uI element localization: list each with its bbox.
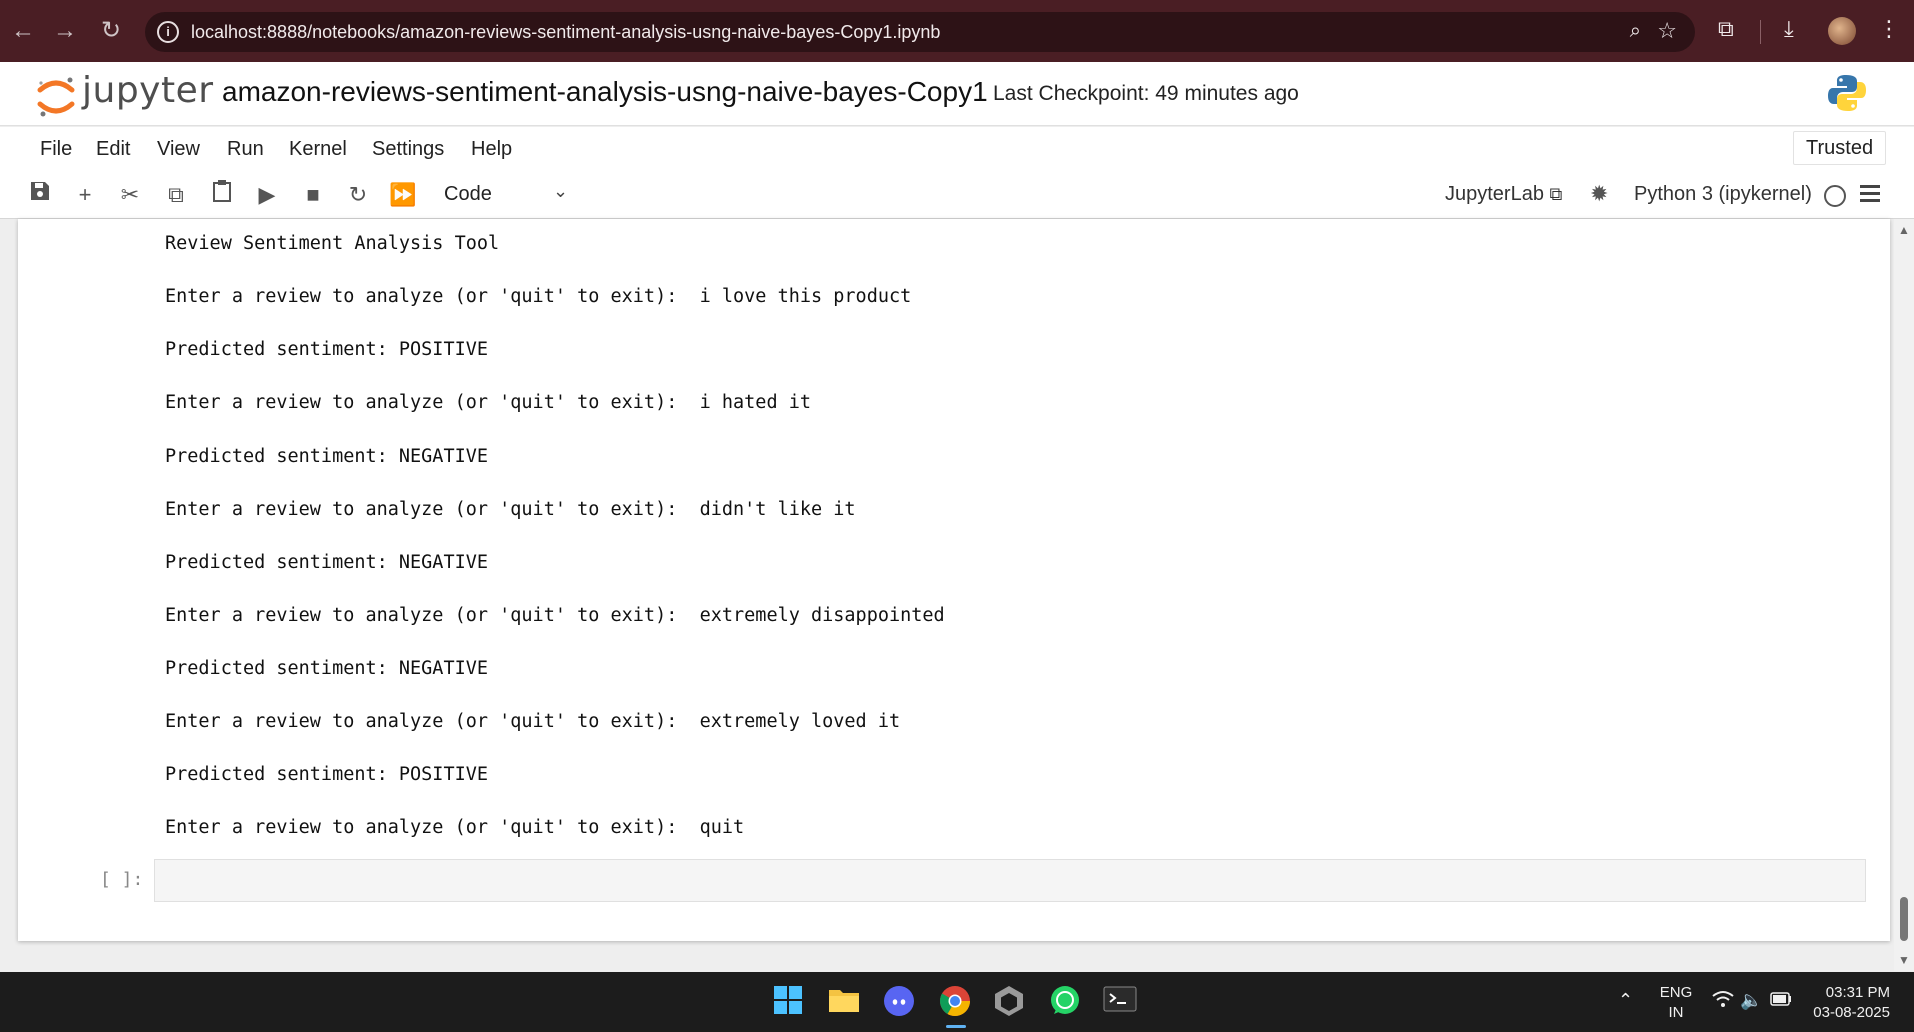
paste-icon[interactable] (206, 179, 238, 211)
run-all-icon[interactable]: ⏩ (387, 179, 419, 211)
hamburger-menu-icon[interactable] (1860, 185, 1880, 203)
browser-toolbar: ← → ↻ i localhost:8888/notebooks/amazon-… (0, 0, 1914, 62)
save-icon[interactable] (24, 179, 56, 211)
toolbar-divider (1760, 20, 1761, 44)
external-link-icon: ⧉ (1549, 184, 1563, 204)
kernel-name[interactable]: Python 3 (ipykernel) (1634, 183, 1812, 206)
jupyter-header: jupyter amazon-reviews-sentiment-analysi… (0, 62, 1914, 126)
restart-kernel-icon[interactable]: ↻ (342, 179, 374, 211)
menu-kernel[interactable]: Kernel (289, 138, 347, 161)
volume-icon[interactable]: 🔈 (1740, 990, 1762, 1011)
extensions-icon[interactable]: ⧉ (1718, 16, 1734, 42)
jupyter-logo-icon[interactable] (36, 74, 76, 118)
output-line: Enter a review to analyze (or 'quit' to … (165, 605, 945, 626)
vertical-scrollbar[interactable]: ▲ ▼ (1894, 219, 1914, 971)
chevron-up-icon[interactable]: ⌃ (1618, 990, 1633, 1011)
more-menu-icon[interactable]: ⋮ (1878, 16, 1900, 42)
scroll-down-arrow-icon[interactable]: ▼ (1898, 953, 1910, 967)
cell-type-select[interactable]: Code (444, 183, 492, 206)
wifi-icon[interactable] (1712, 990, 1734, 1013)
menu-bar: File Edit View Run Kernel Settings Help … (0, 127, 1914, 171)
zoom-icon[interactable]: ⌕ (1630, 20, 1641, 43)
scroll-up-arrow-icon[interactable]: ▲ (1898, 223, 1910, 237)
output-line: Enter a review to analyze (or 'quit' to … (165, 817, 745, 838)
battery-icon[interactable] (1770, 990, 1792, 1011)
scroll-thumb[interactable] (1900, 897, 1908, 941)
download-icon[interactable]: ⤓ (1784, 16, 1794, 42)
copy-icon[interactable]: ⧉ (160, 179, 192, 211)
run-cell-icon[interactable]: ▶ (251, 179, 283, 211)
clock-time[interactable]: 03:31 PM (1806, 984, 1890, 1001)
windows-taskbar: ⌃ ENG IN 🔈 03:31 PM 03-08-2025 (0, 972, 1914, 1032)
output-line: Enter a review to analyze (or 'quit' to … (165, 499, 856, 520)
output-line: Enter a review to analyze (or 'quit' to … (165, 711, 901, 732)
cut-icon[interactable]: ✂ (114, 179, 146, 211)
url-text[interactable]: localhost:8888/notebooks/amazon-reviews-… (191, 22, 940, 43)
output-line: Predicted sentiment: NEGATIVE (165, 552, 489, 573)
kernel-status-circle-icon (1824, 185, 1846, 207)
output-line: Enter a review to analyze (or 'quit' to … (165, 286, 912, 307)
menu-view[interactable]: View (157, 138, 200, 161)
output-line: Predicted sentiment: POSITIVE (165, 764, 489, 785)
output-line: Predicted sentiment: NEGATIVE (165, 658, 489, 679)
whatsapp-icon[interactable] (1048, 984, 1084, 1020)
language-indicator-bottom[interactable]: IN (1658, 1004, 1694, 1021)
windows-start-icon[interactable] (772, 984, 808, 1020)
menu-run[interactable]: Run (227, 138, 264, 161)
chrome-icon[interactable] (938, 984, 974, 1028)
menu-edit[interactable]: Edit (96, 138, 130, 161)
clock-date[interactable]: 03-08-2025 (1806, 1004, 1890, 1021)
debugger-bug-icon[interactable]: ✹ (1590, 181, 1608, 207)
site-info-icon[interactable]: i (157, 21, 179, 43)
forward-arrow-icon[interactable]: → (50, 16, 80, 46)
file-explorer-icon[interactable] (827, 984, 863, 1020)
output-line: Predicted sentiment: NEGATIVE (165, 446, 489, 467)
notebook-panel: Review Sentiment Analysis Tool Enter a r… (18, 219, 1890, 941)
output-line: Enter a review to analyze (or 'quit' to … (165, 392, 812, 413)
bookmark-star-icon[interactable]: ☆ (1657, 18, 1677, 44)
back-arrow-icon[interactable]: ← (8, 16, 38, 46)
reload-icon[interactable]: ↻ (96, 16, 126, 46)
terminal-icon[interactable] (1103, 984, 1139, 1020)
trusted-badge[interactable]: Trusted (1793, 131, 1887, 165)
menu-settings[interactable]: Settings (372, 138, 444, 161)
chevron-down-icon[interactable]: ⌄ (553, 181, 568, 202)
jupyterlab-link-label[interactable]: JupyterLab (1445, 183, 1544, 205)
cell-prompt: [ ]: (100, 869, 144, 890)
menu-help[interactable]: Help (471, 138, 512, 161)
empty-code-cell[interactable] (154, 859, 1866, 902)
menu-file[interactable]: File (40, 138, 72, 161)
notebook-toolbar: + ✂ ⧉ ▶ ■ ↻ ⏩ Code ⌄ JupyterLab ⧉ ✹ Pyth… (0, 171, 1914, 219)
stop-kernel-icon[interactable]: ■ (297, 179, 329, 211)
open-jupyterlab-link[interactable]: JupyterLab ⧉ (1445, 183, 1562, 206)
discord-icon[interactable] (882, 984, 918, 1020)
language-indicator-top[interactable]: ENG (1658, 984, 1694, 1001)
python-logo-icon (1828, 75, 1866, 111)
profile-avatar[interactable] (1828, 17, 1856, 45)
address-bar[interactable]: i localhost:8888/notebooks/amazon-review… (145, 12, 1695, 52)
add-cell-icon[interactable]: + (69, 179, 101, 211)
output-line: Review Sentiment Analysis Tool (165, 233, 500, 254)
jupyter-logo-text: jupyter (82, 70, 214, 111)
checkpoint-status: Last Checkpoint: 49 minutes ago (993, 82, 1299, 105)
output-line: Predicted sentiment: POSITIVE (165, 339, 489, 360)
notebook-title[interactable]: amazon-reviews-sentiment-analysis-usng-n… (222, 76, 988, 108)
unity-hub-icon[interactable] (993, 984, 1029, 1020)
